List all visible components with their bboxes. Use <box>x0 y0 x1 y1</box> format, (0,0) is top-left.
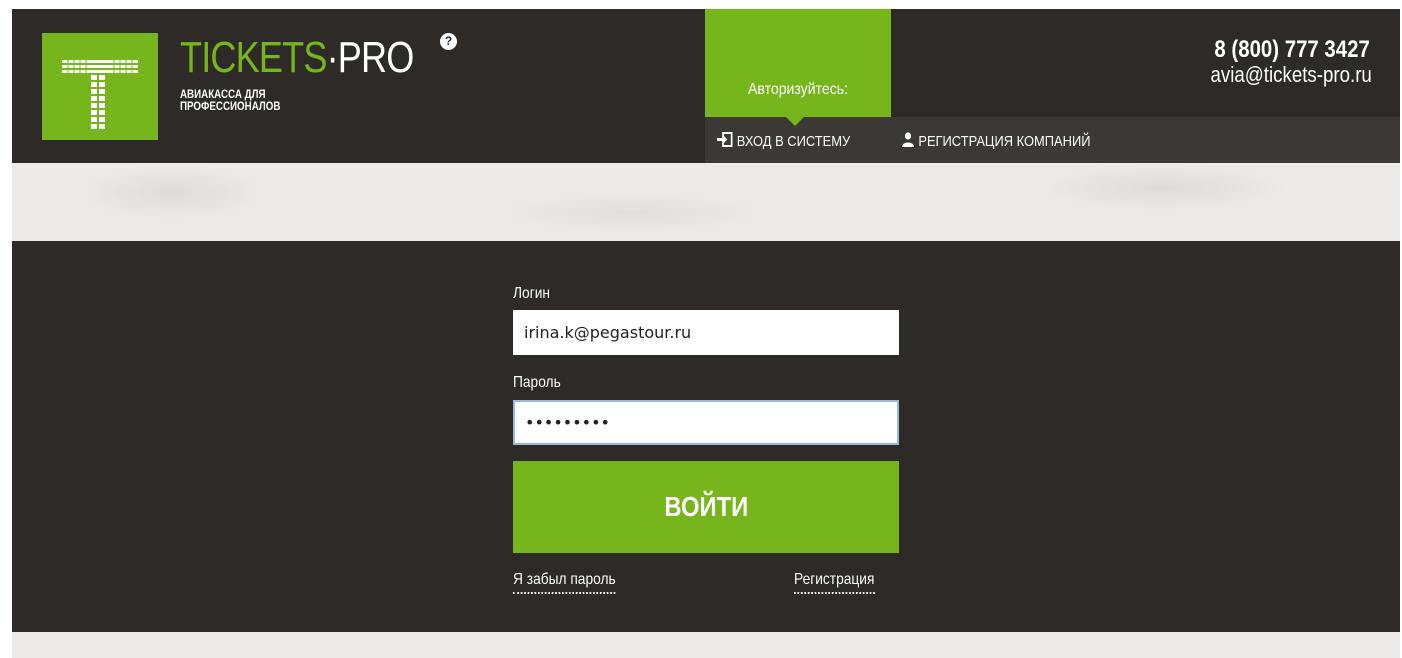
login-nav-label: ВХОД В СИСТЕМУ <box>736 133 851 150</box>
password-input[interactable] <box>513 400 899 445</box>
brand-pro: PRO <box>337 33 415 82</box>
login-input[interactable] <box>513 310 899 355</box>
contact-email[interactable]: avia@tickets-pro.ru <box>1211 62 1372 88</box>
contact-phone[interactable]: 8 (800) 777 3427 <box>1215 36 1370 64</box>
tagline-line1: АВИАКАССА ДЛЯ <box>180 89 266 101</box>
forgot-password-link[interactable]: Я забыл пароль <box>513 571 616 594</box>
register-nav-label: РЕГИСТРАЦИЯ КОМПАНИЙ <box>918 133 1091 150</box>
tagline: АВИАКАССА ДЛЯ ПРОФЕССИОНАЛОВ <box>180 89 280 113</box>
register-link[interactable]: Регистрация <box>794 571 875 594</box>
map-background-bottom <box>12 632 1400 658</box>
user-icon <box>902 132 915 151</box>
auth-nav: ВХОД В СИСТЕМУ РЕГИСТРАЦИЯ КОМПАНИЙ <box>705 117 1400 163</box>
login-button-label: ВОЙТИ <box>664 491 748 522</box>
password-label: Пароль <box>513 374 561 391</box>
tagline-line2: ПРОФЕССИОНАЛОВ <box>180 101 281 113</box>
map-background <box>12 163 1400 241</box>
logo-t-icon <box>62 59 138 129</box>
auth-panel: Авторизуйтесь: <box>705 9 891 117</box>
help-icon[interactable]: ? <box>440 33 457 50</box>
sign-in-icon <box>717 132 733 151</box>
login-panel: Логин Пароль ВОЙТИ Я забыл пароль Регист… <box>12 241 1400 632</box>
login-button[interactable]: ВОЙТИ <box>513 461 899 553</box>
register-nav-link[interactable]: РЕГИСТРАЦИЯ КОМПАНИЙ <box>902 132 1091 151</box>
logo[interactable] <box>42 33 158 140</box>
login-label: Логин <box>513 285 550 302</box>
login-nav-link[interactable]: ВХОД В СИСТЕМУ <box>717 132 850 151</box>
brand-name[interactable]: TICKETS·PRO <box>180 36 414 80</box>
brand-dot: · <box>326 33 339 82</box>
site-header: TICKETS·PRO ? АВИАКАССА ДЛЯ ПРОФЕССИОНАЛ… <box>12 9 1400 163</box>
auth-notch <box>786 117 804 126</box>
brand-tickets: TICKETS <box>180 33 327 82</box>
auth-label: Авторизуйтесь: <box>748 81 848 98</box>
